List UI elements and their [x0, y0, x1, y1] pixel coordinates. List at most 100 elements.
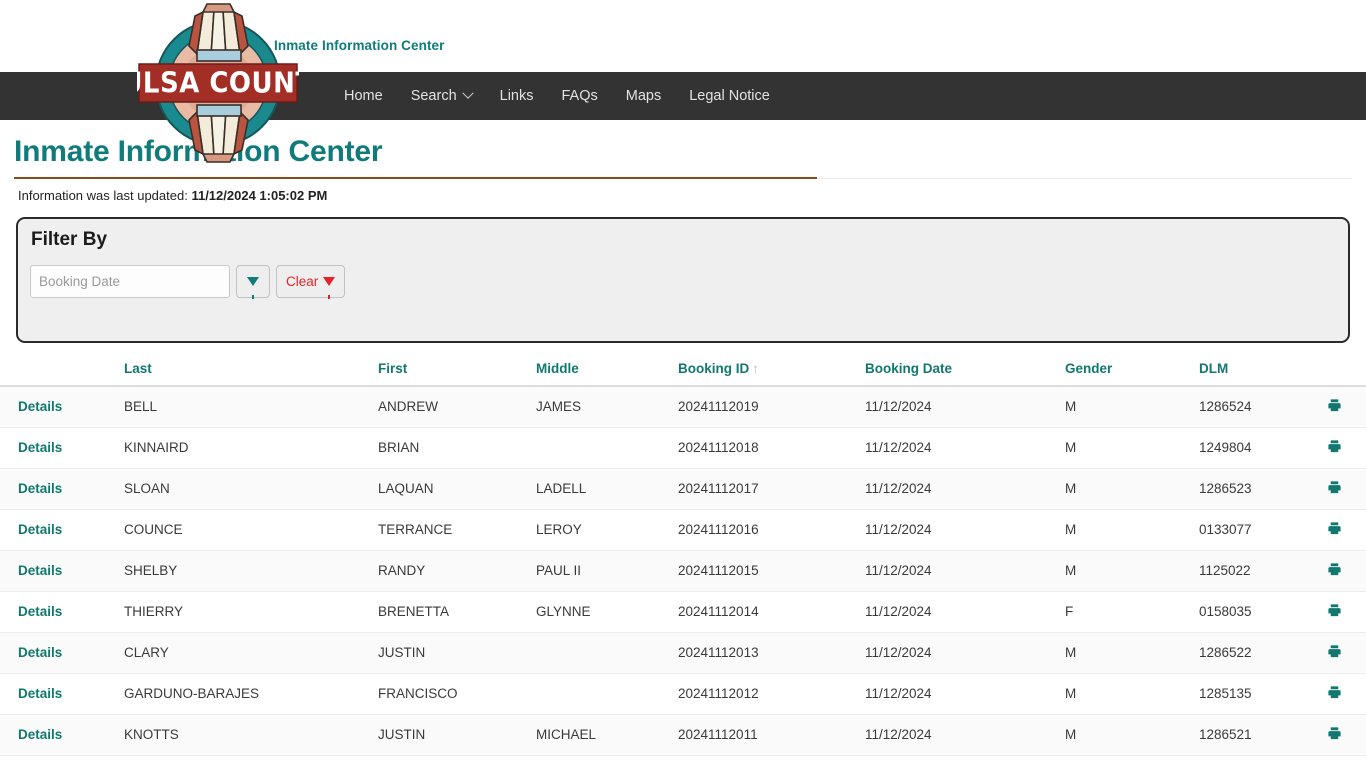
cell-details: Details — [0, 591, 124, 633]
col-dlm[interactable]: DLM — [1199, 352, 1309, 387]
cell-dlm: 1286524 — [1199, 385, 1309, 428]
table-row: Details GARDUNO-BARAJES FRANCISCO 202411120… — [0, 673, 1366, 715]
nav-item-maps[interactable]: Maps — [612, 72, 675, 120]
cell-details: Details — [0, 632, 124, 674]
cell-dlm: 1286523 — [1199, 468, 1309, 510]
cell-details: Details — [0, 468, 124, 510]
nav-item-legal-notice[interactable]: Legal Notice — [675, 72, 784, 120]
cell-booking-date: 11/12/2024 — [865, 468, 1065, 510]
cell-dlm: 1249804 — [1199, 427, 1309, 469]
cell-first: JUSTIN — [378, 714, 536, 756]
cell-booking-date: 11/12/2024 — [865, 673, 1065, 715]
cell-middle: LADELL — [536, 468, 678, 510]
printer-icon[interactable] — [1327, 644, 1342, 659]
cell-first: RANDY — [378, 550, 536, 592]
cell-gender: M — [1065, 385, 1199, 428]
details-link[interactable]: Details — [18, 440, 62, 455]
details-link[interactable]: Details — [18, 563, 62, 578]
cell-first: LAQUAN — [378, 468, 536, 510]
cell-details: Details — [0, 385, 124, 428]
col-booking-date[interactable]: Booking Date — [865, 352, 1065, 387]
table-row: Details CLARY JUSTIN 20241112013 11/12/2024 M… — [0, 632, 1366, 674]
cell-middle: GLYNNE — [536, 591, 678, 633]
printer-icon[interactable] — [1327, 480, 1342, 495]
cell-last: KINNAIRD — [124, 427, 378, 469]
table-header: Last First Middle Booking ID ↑ Booking Da… — [0, 352, 1366, 387]
cell-details: Details — [0, 509, 124, 551]
cell-first: JUSTIN — [378, 632, 536, 674]
inmate-results-table: Last First Middle Booking ID ↑ Booking Da… — [0, 352, 1366, 768]
printer-icon[interactable] — [1327, 562, 1342, 577]
cell-first: TERRANCE — [378, 509, 536, 551]
cell-dlm: 0158035 — [1199, 591, 1309, 633]
clear-filter-label: Clear — [286, 273, 319, 289]
cell-print — [1309, 509, 1366, 551]
last-updated: Information was last updated: 11/12/2024… — [0, 184, 1366, 203]
details-link[interactable]: Details — [18, 399, 62, 414]
cell-dlm: 1286522 — [1199, 632, 1309, 674]
cell-booking-id: 20241112019 — [678, 385, 865, 428]
table-row: Details SHELBY RANDY PAUL II 20241112015 11/1… — [0, 550, 1366, 592]
col-gender[interactable]: Gender — [1065, 352, 1199, 387]
table-row: Details COUNCE TERRANCE LEROY 20241112016 11/… — [0, 509, 1366, 551]
details-link[interactable]: Details — [18, 727, 62, 742]
site-tagline: Inmate Information Center — [274, 38, 445, 53]
cell-gender: M — [1065, 673, 1199, 715]
details-link[interactable]: Details — [18, 522, 62, 537]
details-link[interactable]: Details — [18, 481, 62, 496]
cell-last: CLARY — [124, 632, 378, 674]
col-last[interactable]: Last — [124, 352, 378, 387]
nav-item-search[interactable]: Search — [397, 72, 486, 120]
cell-booking-id: 20241112018 — [678, 427, 865, 469]
apply-filter-button[interactable] — [236, 264, 270, 299]
cell-middle: JAMES — [536, 385, 678, 428]
nav-label: Home — [344, 88, 383, 104]
printer-icon[interactable] — [1327, 726, 1342, 741]
cell-booking-id: 20241112010 — [678, 755, 865, 768]
col-middle[interactable]: Middle — [536, 352, 678, 387]
cell-print — [1309, 591, 1366, 633]
cell-print — [1309, 427, 1366, 469]
printer-icon[interactable] — [1327, 398, 1342, 413]
table-row: Details KINNAIRD BRIAN 20241112018 11/12/202… — [0, 427, 1366, 469]
cell-last: GARDUNO-BARAJES — [124, 673, 378, 715]
clear-filter-button[interactable]: Clear — [276, 264, 346, 299]
table-header-row: Last First Middle Booking ID ↑ Booking Da… — [0, 352, 1366, 387]
details-link[interactable]: Details — [18, 604, 62, 619]
nav-item-faqs[interactable]: FAQs — [548, 72, 612, 120]
printer-icon[interactable] — [1327, 603, 1342, 618]
filter-panel-title: Filter By — [31, 228, 108, 250]
cell-last: THIERRY — [124, 591, 378, 633]
col-booking-id[interactable]: Booking ID ↑ — [678, 352, 865, 387]
details-link[interactable]: Details — [18, 686, 62, 701]
top-bar: Inmate Information Center — [0, 0, 1366, 72]
cell-details: Details — [0, 755, 124, 768]
printer-icon[interactable] — [1327, 439, 1342, 454]
printer-icon[interactable] — [1327, 521, 1342, 536]
cell-gender: F — [1065, 591, 1199, 633]
cell-gender: M — [1065, 550, 1199, 592]
printer-icon[interactable] — [1327, 685, 1342, 700]
cell-dlm: 1125022 — [1199, 550, 1309, 592]
booking-date-input[interactable] — [30, 264, 230, 298]
nav-item-links[interactable]: Links — [486, 72, 548, 120]
nav-item-home[interactable]: Home — [330, 72, 397, 120]
cell-booking-date: 11/12/2024 — [865, 591, 1065, 633]
cell-details: Details — [0, 550, 124, 592]
cell-booking-id: 20241112016 — [678, 509, 865, 551]
cell-dlm: 0133077 — [1199, 509, 1309, 551]
cell-first: ANDREW — [378, 385, 536, 428]
cell-middle: PAUL II — [536, 550, 678, 592]
cell-dlm: 1286521 — [1199, 714, 1309, 756]
cell-middle — [536, 427, 678, 469]
cell-last: SHELBY — [124, 550, 378, 592]
col-first[interactable]: First — [378, 352, 536, 387]
funnel-icon — [247, 276, 259, 299]
main-navigation: Home Search Links FAQs Maps Legal Notice — [0, 72, 1366, 120]
cell-gender: M — [1065, 427, 1199, 469]
title-divider-accent — [14, 176, 817, 179]
details-link[interactable]: Details — [18, 645, 62, 660]
cell-booking-id: 20241112014 — [678, 591, 865, 633]
cell-booking-date: 11/12/2024 — [865, 550, 1065, 592]
filter-controls-row: Clear — [30, 264, 1336, 299]
